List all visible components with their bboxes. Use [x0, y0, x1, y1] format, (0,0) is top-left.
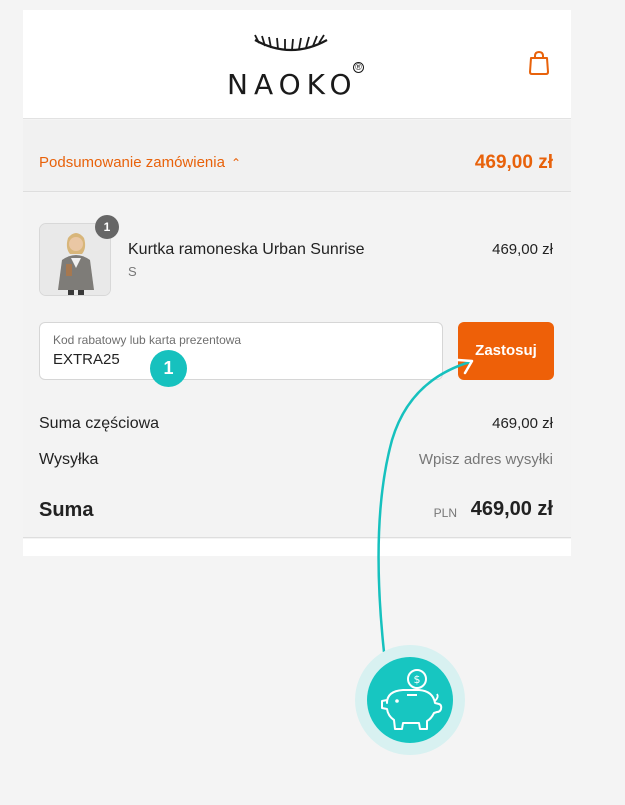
- svg-text:$: $: [414, 673, 421, 686]
- order-summary-total: 469,00 zł: [474, 152, 553, 173]
- order-summary-toggle[interactable]: Podsumowanie zamówienia ⌃ 469,00 zł: [23, 120, 571, 192]
- shipping-value: Wpisz adres wysyłki: [418, 451, 553, 468]
- savings-badge: $: [355, 645, 465, 755]
- piggy-bank-coin-icon: $: [381, 669, 443, 730]
- checkout-card: NAOKO ® Podsumowanie zamówienia ⌃ 469,00 …: [23, 10, 571, 556]
- chevron-up-icon: ⌃: [230, 156, 241, 170]
- brand-name: NAOKO: [227, 68, 358, 101]
- brand-logo[interactable]: NAOKO ®: [227, 26, 367, 101]
- discount-code-input[interactable]: Kod rabatowy lub karta prezentowa EXTRA2…: [39, 322, 443, 380]
- subtotal-value: 469,00 zł: [492, 415, 553, 432]
- order-details: 1 Kurtka ramoneska Urban Sunrise S 469,0…: [23, 193, 571, 538]
- product-name: Kurtka ramoneska Urban Sunrise: [128, 241, 365, 258]
- shopping-bag-icon[interactable]: [528, 50, 550, 76]
- order-summary-label[interactable]: Podsumowanie zamówienia ⌃: [39, 154, 241, 171]
- product-price: 469,00 zł: [492, 241, 553, 258]
- step-number-badge: 1: [150, 350, 187, 387]
- savings-badge-inner: $: [367, 657, 453, 743]
- product-variant: S: [128, 264, 137, 279]
- discount-code-value[interactable]: EXTRA25: [53, 351, 120, 368]
- registered-mark: ®: [353, 62, 364, 73]
- total-label: Suma: [39, 499, 94, 521]
- quantity-badge: 1: [95, 215, 119, 239]
- total-value: 469,00 zł: [470, 498, 553, 520]
- eyelash-icon: [254, 34, 328, 51]
- shipping-label: Wysyłka: [39, 451, 99, 468]
- total-currency: PLN: [433, 506, 457, 520]
- subtotal-label: Suma częściowa: [39, 415, 160, 432]
- store-header: NAOKO ®: [23, 10, 571, 119]
- apply-discount-button[interactable]: Zastosuj: [458, 322, 554, 380]
- order-summary-text: Podsumowanie zamówienia: [39, 154, 225, 171]
- discount-code-label: Kod rabatowy lub karta prezentowa: [53, 333, 242, 347]
- page-continuation: [23, 539, 571, 556]
